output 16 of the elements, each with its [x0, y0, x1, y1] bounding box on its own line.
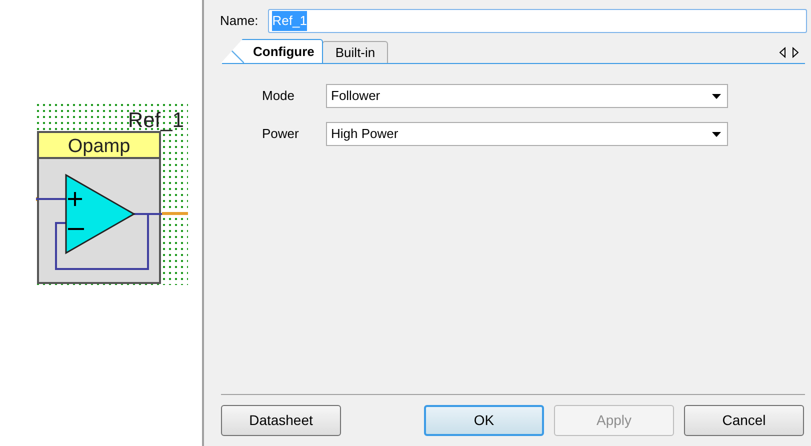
dialog-button[interactable]: OK	[424, 405, 544, 436]
scroll-left-icon[interactable]	[779, 47, 786, 58]
tab[interactable]: Built-in	[322, 40, 388, 63]
field-label: Mode	[262, 87, 296, 106]
dialog-button[interactable]: Cancel	[684, 405, 804, 436]
dialog-button[interactable]: Datasheet	[221, 405, 341, 436]
caret-icon	[712, 132, 721, 136]
tab[interactable]: Configure	[221, 38, 324, 63]
scroll-right-icon[interactable]	[792, 47, 799, 58]
caret-icon	[712, 94, 721, 98]
instance-label: Ref_1	[128, 109, 184, 132]
field-label: Power	[262, 125, 300, 144]
component-title: Opamp	[68, 136, 130, 157]
dropdown[interactable]: High Power	[326, 122, 728, 146]
name-label: Name:	[220, 12, 258, 30]
dropdown[interactable]: Follower	[326, 84, 728, 108]
